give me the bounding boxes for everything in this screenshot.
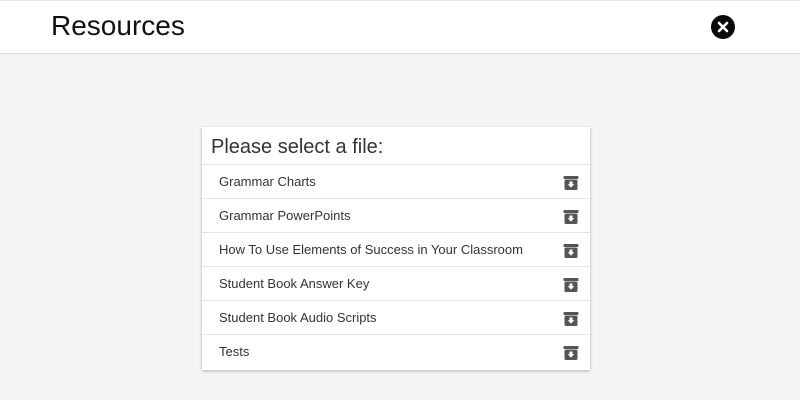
close-button[interactable] bbox=[711, 15, 735, 39]
file-list: Grammar Charts Grammar PowerPoints How T… bbox=[202, 165, 590, 369]
header-bar: Resources bbox=[0, 0, 800, 54]
file-item-label: Grammar PowerPoints bbox=[219, 208, 351, 223]
file-item-label: Tests bbox=[219, 344, 250, 359]
file-item-answer-key[interactable]: Student Book Answer Key bbox=[202, 267, 590, 301]
page-title: Resources bbox=[51, 10, 185, 41]
file-item-grammar-charts[interactable]: Grammar Charts bbox=[202, 165, 590, 199]
download-icon[interactable] bbox=[563, 210, 579, 224]
download-icon[interactable] bbox=[563, 346, 579, 360]
download-icon[interactable] bbox=[563, 176, 579, 190]
file-item-label: Student Book Answer Key bbox=[219, 276, 370, 291]
file-item-label: Grammar Charts bbox=[219, 174, 316, 189]
close-icon bbox=[717, 21, 729, 33]
file-item-grammar-powerpoints[interactable]: Grammar PowerPoints bbox=[202, 199, 590, 233]
file-item-how-to-use[interactable]: How To Use Elements of Success in Your C… bbox=[202, 233, 590, 267]
file-item-label: Student Book Audio Scripts bbox=[219, 310, 377, 325]
download-icon[interactable] bbox=[563, 312, 579, 326]
file-item-audio-scripts[interactable]: Student Book Audio Scripts bbox=[202, 301, 590, 335]
file-item-tests[interactable]: Tests bbox=[202, 335, 590, 369]
download-icon[interactable] bbox=[563, 244, 579, 258]
panel-heading: Please select a file: bbox=[202, 127, 590, 165]
file-select-panel: Please select a file: Grammar Charts Gra… bbox=[202, 127, 590, 370]
download-icon[interactable] bbox=[563, 278, 579, 292]
file-item-label: How To Use Elements of Success in Your C… bbox=[219, 242, 523, 257]
